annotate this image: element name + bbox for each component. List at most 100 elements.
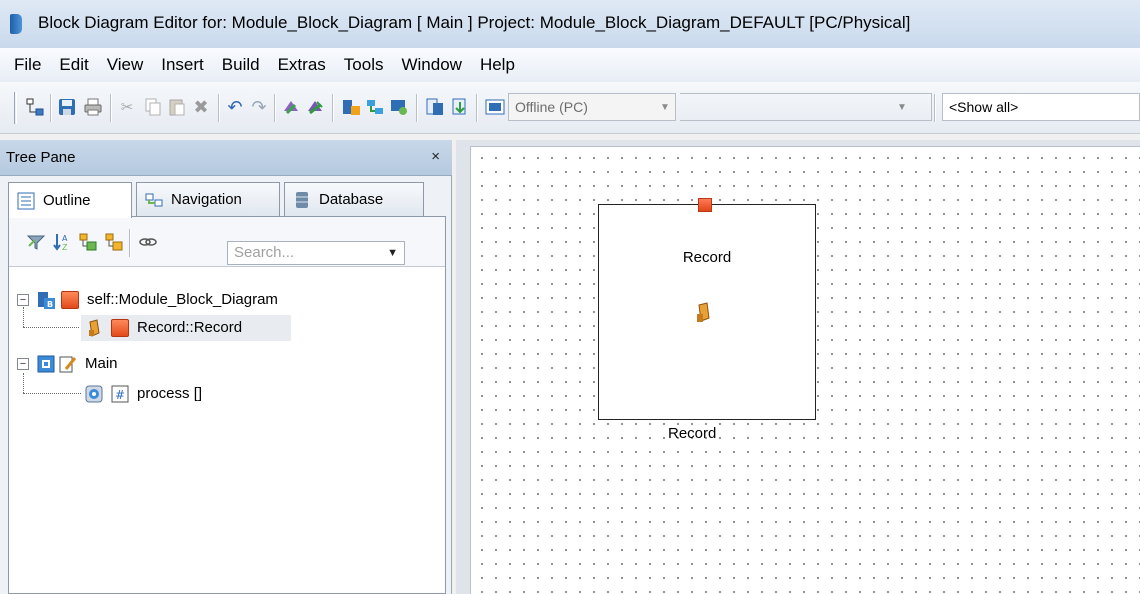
open-module-icon[interactable] (424, 96, 446, 118)
collapse-all-icon[interactable] (103, 231, 125, 253)
process-icon (85, 385, 103, 403)
record-block[interactable]: Record (598, 204, 816, 420)
monitor-icon[interactable] (388, 96, 410, 118)
online-icon[interactable] (484, 96, 506, 118)
toolbar-separator (218, 94, 220, 122)
tab-navigation-label: Navigation (171, 191, 242, 208)
main-toolbar: ✂ ✖ ↶ ↷ Offline (PC) ▼ ▼ <Show all> (0, 82, 1140, 134)
tree-item-module[interactable]: − B self::Module_Block_Diagram (9, 287, 445, 313)
redo-icon[interactable]: ↷ (248, 96, 270, 118)
copy-icon[interactable] (142, 96, 164, 118)
toolbar-separator (50, 94, 52, 122)
tree-pane-toggle-icon[interactable] (24, 96, 46, 118)
toolbar-separator (332, 94, 334, 122)
mode-select[interactable]: Offline (PC) ▼ (508, 93, 676, 121)
diagram-icon (37, 355, 55, 373)
svg-text:#: # (115, 388, 125, 402)
undo-icon[interactable]: ↶ (224, 96, 246, 118)
chevron-down-icon: ▼ (897, 101, 907, 113)
tab-database-label: Database (319, 191, 384, 208)
menu-file[interactable]: File (6, 55, 51, 75)
title-bar: Block Diagram Editor for: Module_Block_D… (0, 0, 1140, 48)
import-icon[interactable] (450, 96, 472, 118)
window-title: Block Diagram Editor for: Module_Block_D… (38, 13, 911, 32)
record-status-icon (111, 319, 129, 337)
tab-navigation[interactable]: Navigation (136, 182, 280, 216)
record-icon (85, 319, 103, 337)
toolbar-separator (416, 94, 418, 122)
chevron-down-icon: ▼ (660, 101, 670, 113)
filter-select-value: <Show all> (949, 99, 1019, 115)
collapse-icon[interactable]: − (17, 358, 29, 370)
expand-all-icon[interactable] (77, 231, 99, 253)
tree-item-label: Record::Record (137, 319, 243, 336)
block-title: Record (682, 249, 732, 266)
outline-panel: AZ Search... ▼ − B self::Module_Block_Di… (8, 216, 446, 594)
compile-icon[interactable] (280, 96, 302, 118)
app-icon (10, 14, 22, 34)
link-icon[interactable] (137, 231, 159, 253)
save-icon[interactable] (56, 96, 78, 118)
toolbar-separator (129, 229, 131, 257)
tree-toolbar: AZ Search... ▼ (9, 217, 445, 267)
cut-icon[interactable]: ✂ (116, 96, 138, 118)
outline-tree: − B self::Module_Block_Diagram Record::R… (9, 267, 445, 593)
search-input[interactable]: Search... ▼ (227, 241, 405, 265)
tree-item-main[interactable]: − Main (9, 351, 445, 377)
download-icon[interactable] (340, 96, 362, 118)
module-status-icon (61, 291, 79, 309)
outline-icon (17, 192, 35, 210)
menu-view[interactable]: View (99, 55, 154, 75)
chevron-down-icon[interactable]: ▼ (387, 242, 398, 264)
collapse-icon[interactable]: − (17, 294, 29, 306)
block-port[interactable] (698, 198, 712, 212)
tree-item-process[interactable]: # process [] (81, 381, 281, 407)
menu-build[interactable]: Build (214, 55, 270, 75)
close-icon[interactable]: × (431, 148, 440, 165)
tab-outline-label: Outline (43, 192, 91, 209)
tab-outline[interactable]: Outline (8, 182, 132, 218)
menu-insert[interactable]: Insert (153, 55, 214, 75)
menu-extras[interactable]: Extras (270, 55, 336, 75)
tree-pane: Tree Pane × Outline Navigation Database (0, 140, 452, 594)
database-icon (293, 191, 311, 209)
filter-icon[interactable] (25, 231, 47, 253)
filter-select[interactable]: <Show all> (942, 93, 1140, 121)
toolbar-separator (110, 94, 112, 122)
tree-connector (23, 393, 81, 394)
module-icon: B (37, 291, 55, 309)
tree-pane-header: Tree Pane × (0, 140, 452, 176)
svg-text:B: B (47, 300, 53, 309)
tree-item-record[interactable]: Record::Record (81, 315, 291, 341)
toolbar-separator (274, 94, 276, 122)
paste-icon[interactable] (166, 96, 188, 118)
edit-icon (59, 355, 77, 373)
tree-item-label: process [] (137, 385, 203, 402)
mode-select-value: Offline (PC) (515, 99, 588, 115)
compile-all-icon[interactable] (304, 96, 326, 118)
tree-connector (23, 327, 79, 328)
menu-tools[interactable]: Tools (336, 55, 394, 75)
print-icon[interactable] (82, 96, 104, 118)
network-icon[interactable] (364, 96, 386, 118)
tree-item-label: self::Module_Block_Diagram (87, 291, 278, 308)
sort-icon[interactable]: AZ (51, 231, 73, 253)
record-icon (692, 301, 714, 323)
tree-item-label: Main (85, 355, 118, 372)
menu-window[interactable]: Window (393, 55, 471, 75)
toolbar-separator (934, 94, 936, 122)
search-placeholder: Search... (234, 244, 295, 261)
menu-bar: File Edit View Insert Build Extras Tools… (0, 48, 1140, 82)
block-name-label[interactable]: Record (668, 425, 716, 442)
menu-help[interactable]: Help (472, 55, 525, 75)
mode-select-extension: ▼ (680, 93, 932, 121)
tree-pane-title: Tree Pane (6, 149, 76, 166)
menu-edit[interactable]: Edit (51, 55, 98, 75)
navigation-icon (145, 191, 163, 209)
toolbar-grip[interactable] (14, 92, 17, 124)
tab-database[interactable]: Database (284, 182, 424, 216)
svg-text:Z: Z (62, 243, 68, 252)
delete-icon[interactable]: ✖ (190, 96, 212, 118)
code-icon: # (111, 385, 129, 403)
toolbar-separator (476, 94, 478, 122)
